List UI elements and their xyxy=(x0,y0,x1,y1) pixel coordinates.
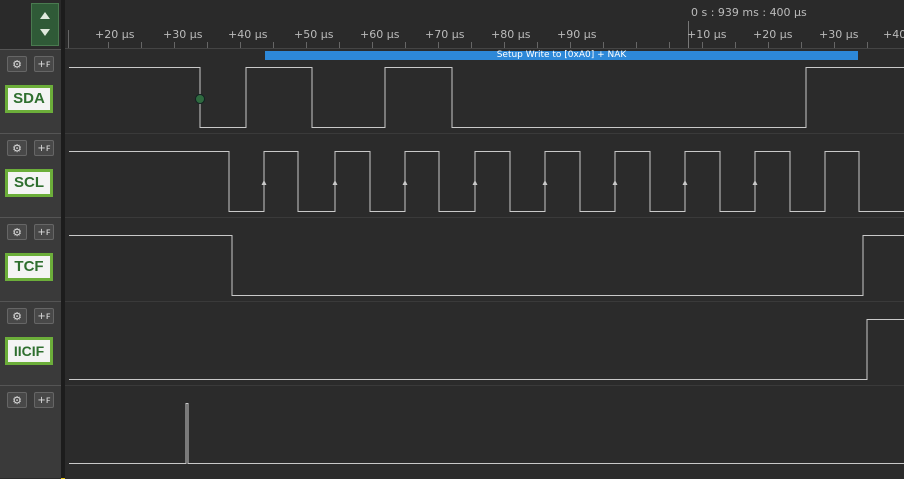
channel-settings-button[interactable]: ⚙ xyxy=(7,140,27,156)
trigger-icon: +ꜰ xyxy=(37,395,51,406)
channel-settings-button[interactable]: ⚙ xyxy=(7,308,27,324)
channel-row-sda: ⚙ +ꜰ SDA xyxy=(0,49,65,134)
sidebar-header xyxy=(0,0,61,49)
trigger-icon: +ꜰ xyxy=(37,59,51,70)
gear-icon: ⚙ xyxy=(12,142,22,155)
arrow-up-icon[interactable] xyxy=(40,12,50,19)
gear-icon: ⚙ xyxy=(12,394,22,407)
gear-icon: ⚙ xyxy=(12,310,22,323)
ruler-ticks xyxy=(68,30,868,48)
channel-label[interactable]: IICIF xyxy=(5,337,53,365)
channel-trigger-button[interactable]: +ꜰ xyxy=(34,308,54,324)
trigger-icon: +ꜰ xyxy=(37,143,51,154)
channel-settings-button[interactable]: ⚙ xyxy=(7,56,27,72)
channel-trigger-button[interactable]: +ꜰ xyxy=(34,56,54,72)
channel-trigger-button[interactable]: +ꜰ xyxy=(34,392,54,408)
channel-row-5: ⚙ +ꜰ xyxy=(0,385,65,479)
channel-settings-button[interactable]: ⚙ xyxy=(7,392,27,408)
decoded-protocol-frame[interactable]: Setup Write to [0xA0] + NAK xyxy=(265,51,858,60)
channel-label[interactable]: SDA xyxy=(5,85,53,113)
channel-row-scl: ⚙ +ꜰ SCL xyxy=(0,133,65,218)
tcf-trace xyxy=(69,235,904,296)
sda-trace xyxy=(69,67,904,128)
channel-label[interactable]: SCL xyxy=(5,169,53,197)
gear-icon: ⚙ xyxy=(12,226,22,239)
channel-nav-buttons[interactable] xyxy=(31,3,59,46)
time-ruler[interactable]: 0 s : 939 ms : 400 µs +20 µs +30 µs +40 … xyxy=(65,0,904,49)
scl-trace xyxy=(69,151,904,212)
waveform-area[interactable] xyxy=(65,49,904,478)
channel-trigger-button[interactable]: +ꜰ xyxy=(34,224,54,240)
channel-row-iicif: ⚙ +ꜰ IICIF xyxy=(0,301,65,386)
channel-label[interactable]: TCF xyxy=(5,253,53,281)
channel-5-trace xyxy=(69,403,904,464)
iicif-trace xyxy=(69,319,904,380)
cursor-marker-dot xyxy=(195,94,205,104)
trigger-icon: +ꜰ xyxy=(37,227,51,238)
channel-trigger-button[interactable]: +ꜰ xyxy=(34,140,54,156)
trigger-icon: +ꜰ xyxy=(37,311,51,322)
waveform-traces xyxy=(65,67,904,464)
gear-icon: ⚙ xyxy=(12,58,22,71)
channel-row-tcf: ⚙ +ꜰ TCF xyxy=(0,217,65,302)
channel-settings-button[interactable]: ⚙ xyxy=(7,224,27,240)
arrow-down-icon[interactable] xyxy=(40,29,50,36)
